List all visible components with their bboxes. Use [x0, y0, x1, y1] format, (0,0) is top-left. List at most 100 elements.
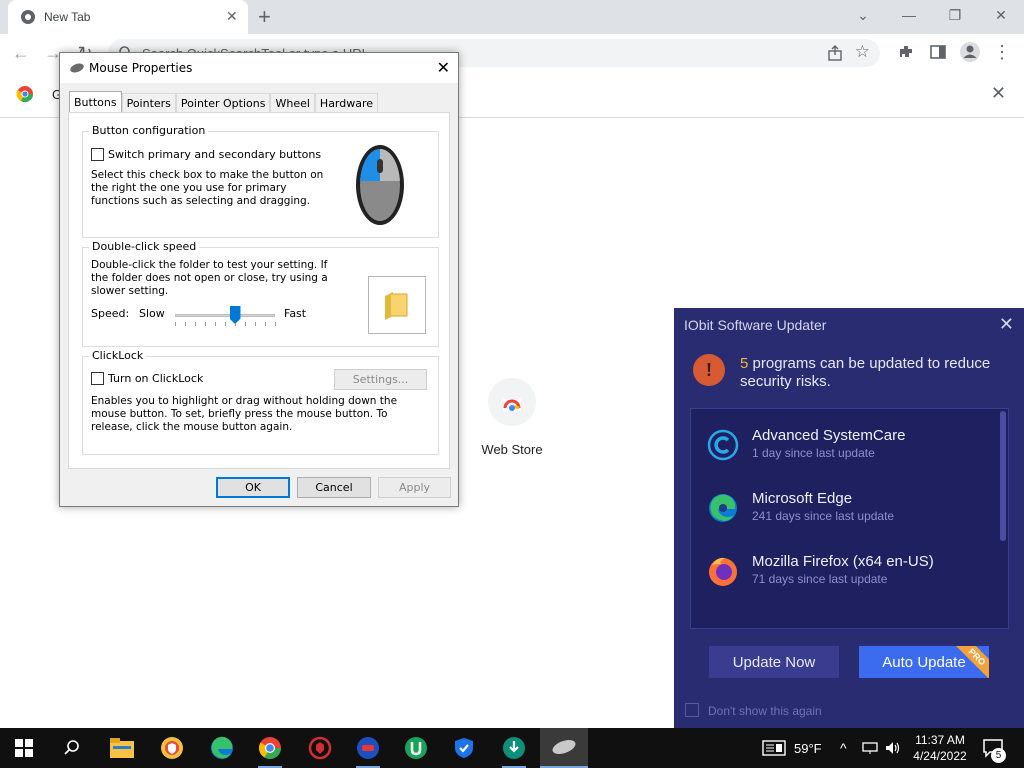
tab-title: New Tab [44, 10, 91, 24]
button-configuration-title: Button configuration [89, 124, 209, 137]
info-bar-close-icon[interactable]: ✕ [991, 83, 1006, 104]
tab-close-icon[interactable]: ✕ [226, 8, 238, 25]
web-store-shortcut[interactable]: Web Store [480, 378, 544, 457]
edge-icon [211, 736, 233, 759]
taskbar-search-button[interactable] [48, 728, 96, 768]
chrome-icon [259, 737, 281, 759]
tab-hardware[interactable]: Hardware [314, 93, 379, 113]
taskbar-software-updater[interactable] [490, 728, 538, 768]
dialog-title: Mouse Properties [89, 61, 193, 75]
clock-date: 4/24/2022 [913, 749, 967, 763]
ok-button[interactable]: OK [216, 477, 290, 498]
restore-icon[interactable]: ❐ [932, 0, 978, 30]
taskbar-secure-browser[interactable] [148, 728, 196, 768]
clock-time: 11:37 AM [915, 733, 965, 747]
taskbar-iobit-malware[interactable] [296, 728, 344, 768]
slider-tick [255, 322, 256, 326]
apply-button[interactable]: Apply [378, 477, 451, 498]
iobit-uninstaller-icon [405, 737, 427, 759]
taskbar-mouse-properties[interactable] [540, 728, 588, 768]
clicklock-group: ClickLock Turn on ClickLock Settings... … [82, 349, 439, 455]
back-arrow-icon[interactable]: ← [8, 40, 34, 66]
list-item-mozilla-firefox: Mozilla Firefox (x64 en-US) 71 days sinc… [707, 551, 997, 591]
app-last-update: 1 day since last update [752, 446, 875, 460]
close-window-icon[interactable]: ✕ [978, 0, 1024, 30]
tab-wheel[interactable]: Wheel [270, 93, 315, 113]
dont-show-checkbox[interactable] [685, 703, 699, 717]
dont-show-label[interactable]: Don't show this again [708, 704, 822, 718]
mouse-properties-dialog: Mouse Properties ✕ Buttons Pointers Poin… [59, 52, 459, 507]
dialog-titlebar[interactable]: Mouse Properties ✕ [60, 53, 458, 83]
clicklock-settings-button[interactable]: Settings... [334, 369, 427, 390]
taskbar-driver-booster[interactable] [344, 728, 392, 768]
start-button[interactable] [0, 728, 48, 768]
system-clock[interactable]: 11:37 AM 4/24/2022 [905, 732, 975, 764]
show-hidden-icons-chevron-icon[interactable]: ^ [840, 728, 847, 768]
test-folder-area[interactable] [368, 276, 426, 334]
double-click-speed-group: Double-click speed Double-click the fold… [82, 240, 439, 347]
cancel-button[interactable]: Cancel [297, 477, 371, 498]
slider-tick [215, 322, 216, 326]
iobit-message: 5 programs can be updated to reduce secu… [740, 355, 1010, 391]
volume-icon[interactable] [885, 728, 901, 768]
taskbar-chrome[interactable] [246, 728, 294, 768]
share-icon[interactable] [826, 44, 844, 62]
taskbar-iobit-uninstaller[interactable] [392, 728, 440, 768]
edge-icon [709, 494, 737, 522]
mouse-icon [552, 740, 576, 754]
speed-slider-ticks [175, 322, 276, 328]
tab-strip: New Tab ✕ + ⌄ — ❐ ✕ [0, 0, 1024, 34]
switch-buttons-checkbox[interactable] [91, 148, 104, 161]
iobit-close-icon[interactable]: ✕ [999, 314, 1014, 335]
search-icon [64, 740, 79, 755]
tab-pointers[interactable]: Pointers [121, 93, 176, 113]
bookmark-star-icon[interactable]: ☆ [855, 42, 870, 62]
minimize-icon[interactable]: — [886, 0, 932, 30]
web-store-icon [488, 378, 536, 426]
list-item-microsoft-edge: Microsoft Edge 241 days since last updat… [707, 488, 997, 528]
taskbar-file-explorer[interactable] [98, 728, 146, 768]
iobit-message-text: programs can be updated to reduce securi… [740, 355, 991, 390]
clicklock-label[interactable]: Turn on ClickLock [108, 372, 203, 385]
speed-fast-label: Fast [284, 307, 307, 320]
folder-icon [385, 292, 408, 320]
new-tab-button[interactable]: + [258, 4, 271, 30]
tab-pointer-options[interactable]: Pointer Options [175, 93, 271, 113]
software-updater-icon [503, 737, 525, 759]
tab-new-tab[interactable]: New Tab ✕ [8, 0, 248, 34]
window-controls: ⌄ — ❐ ✕ [840, 0, 1024, 30]
button-config-description: Select this check box to make the button… [91, 169, 324, 207]
clicklock-checkbox[interactable] [91, 372, 104, 385]
app-name: Advanced SystemCare [752, 427, 906, 444]
update-now-button[interactable]: Update Now [709, 646, 839, 678]
network-icon[interactable] [862, 728, 878, 768]
speed-label: Speed: [91, 307, 130, 320]
iobit-title: IObit Software Updater [684, 317, 827, 333]
switch-buttons-label[interactable]: Switch primary and secondary buttons [108, 148, 321, 161]
tab-search-icon[interactable]: ⌄ [840, 0, 886, 30]
app-last-update: 71 days since last update [752, 572, 888, 586]
update-list-scrollbar[interactable] [1000, 411, 1006, 541]
auto-update-button[interactable]: Auto Update PRO [859, 646, 989, 678]
double-click-description: Double-click the folder to test your set… [91, 259, 328, 297]
list-item-advanced-systemcare: Advanced SystemCare 1 day since last upd… [707, 425, 997, 465]
weather-widget[interactable]: 59°F [762, 728, 822, 768]
notification-count-badge: 5 [991, 748, 1006, 763]
slider-tick [265, 322, 266, 326]
dialog-close-icon[interactable]: ✕ [437, 58, 450, 77]
menu-kebab-icon[interactable]: ⋮ [990, 40, 1014, 64]
extensions-puzzle-icon[interactable] [894, 40, 918, 64]
secure-browser-icon [161, 737, 183, 759]
app-name: Microsoft Edge [752, 490, 853, 507]
tab-buttons[interactable]: Buttons [69, 91, 122, 113]
button-configuration-group: Button configuration Switch primary and … [82, 124, 439, 238]
advanced-systemcare-icon [707, 429, 739, 461]
side-panel-icon[interactable] [926, 40, 950, 64]
speed-slider-track[interactable] [175, 314, 275, 317]
clicklock-title: ClickLock [89, 349, 147, 362]
mouse-app-icon [70, 63, 84, 73]
profile-avatar-icon[interactable] [958, 40, 982, 64]
speed-slow-label: Slow [139, 307, 165, 320]
taskbar-protected-folder[interactable] [440, 728, 488, 768]
taskbar-edge[interactable] [198, 728, 246, 768]
